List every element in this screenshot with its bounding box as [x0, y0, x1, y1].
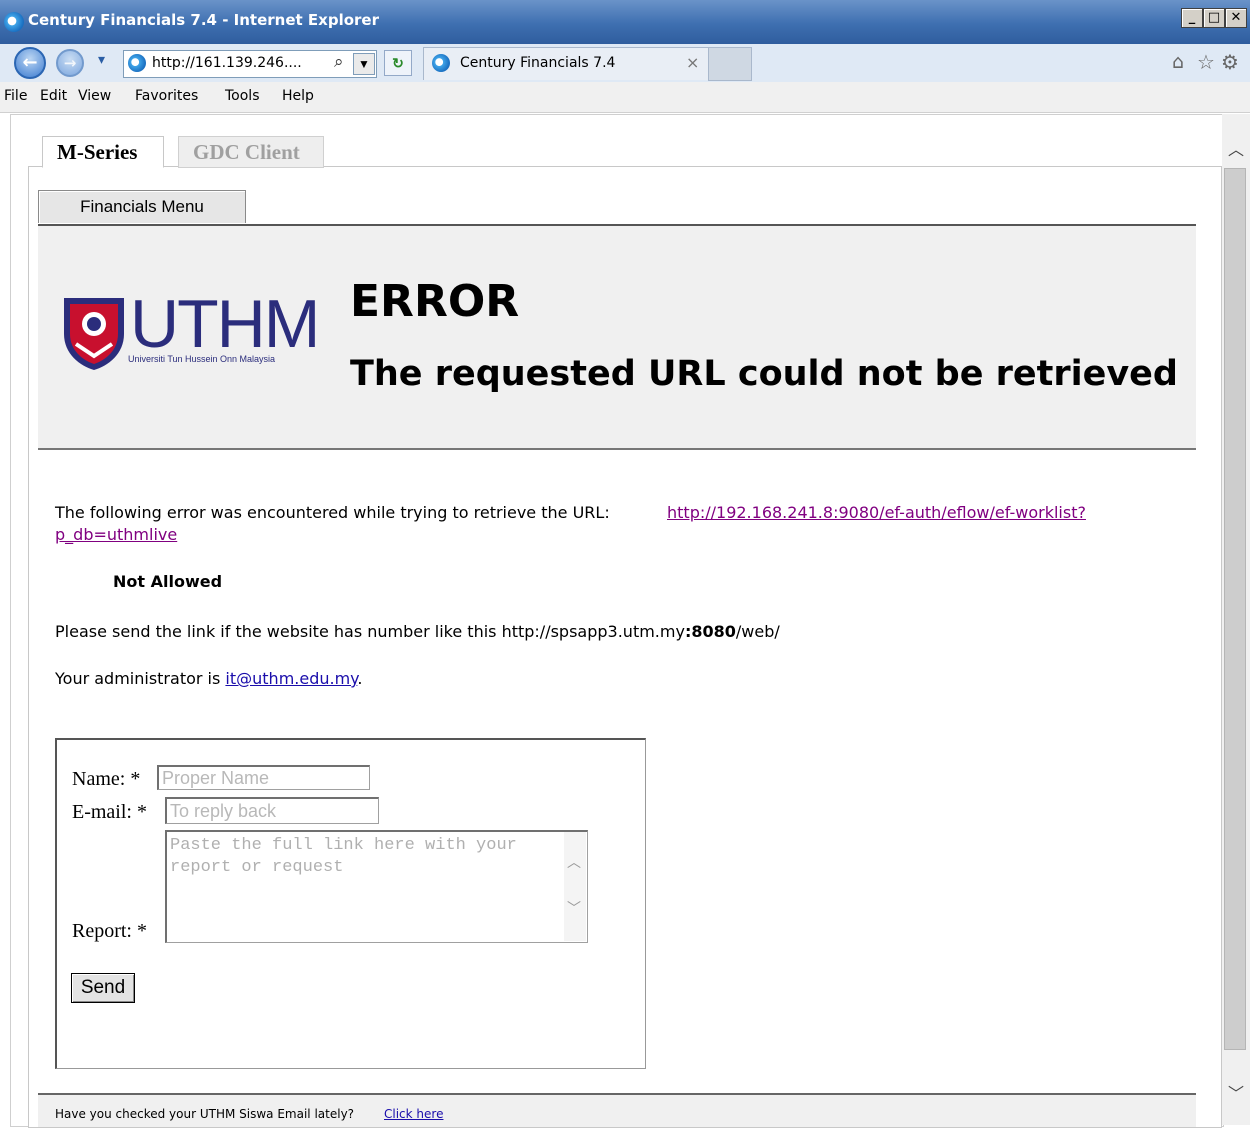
footer-text: Have you checked your UTHM Siswa Email l… — [55, 1107, 355, 1121]
report-scroll-down-icon[interactable]: ﹀ — [567, 898, 581, 918]
menu-help[interactable]: Help — [282, 88, 314, 104]
favorites-star-icon[interactable]: ☆ — [1197, 50, 1215, 74]
scroll-up-icon[interactable]: ︿ — [1228, 136, 1244, 160]
tab-title: Century Financials 7.4 — [460, 55, 616, 71]
menu-bar: File Edit View Favorites Tools Help — [0, 82, 1250, 113]
menu-view[interactable]: View — [78, 88, 111, 104]
admin-line: Your administrator is it@uthm.edu.my. — [55, 669, 362, 688]
new-tab-button[interactable] — [708, 47, 752, 81]
menu-tools[interactable]: Tools — [225, 88, 260, 104]
navigation-bar: ← → ▾ http://161.139.246.... ⌕ ▼ ↻ Centu… — [0, 44, 1250, 83]
uthm-logo-subtitle: Universiti Tun Hussein Onn Malaysia — [128, 354, 276, 364]
tab-close-icon[interactable]: × — [686, 53, 699, 72]
settings-gear-icon[interactable]: ⚙ — [1221, 50, 1239, 74]
send-button[interactable]: Send — [71, 973, 135, 1003]
error-note-port: :8080 — [684, 622, 736, 641]
error-url-link[interactable]: http://192.168.241.8:9080/ef-auth/eflow/… — [667, 503, 1086, 522]
scroll-down-icon[interactable]: ﹀ — [1228, 1080, 1244, 1104]
address-bar[interactable]: http://161.139.246.... ⌕ ▼ — [123, 50, 377, 78]
address-text[interactable]: http://161.139.246.... — [152, 55, 302, 71]
name-label: Name: * — [72, 768, 141, 790]
scrollbar-thumb[interactable] — [1224, 168, 1246, 1050]
error-note: Please send the link if the website has … — [55, 622, 780, 641]
error-heading: ERROR — [350, 276, 520, 327]
search-icon[interactable]: ⌕ — [334, 52, 344, 72]
email-label: E-mail: * — [72, 801, 147, 823]
admin-email-link[interactable]: it@uthm.edu.my — [225, 669, 357, 688]
admin-suffix: . — [357, 669, 363, 688]
error-subheading: The requested URL could not be retrieved — [350, 354, 1178, 394]
error-note-suffix: /web/ — [735, 622, 780, 641]
uthm-logo-text: UTHM — [130, 286, 320, 362]
error-intro-text: The following error was encountered whil… — [55, 503, 610, 522]
error-note-prefix: Please send the link if the website has … — [55, 622, 685, 641]
vertical-scrollbar[interactable]: ︿ ﹀ — [1222, 114, 1250, 1125]
tab-m-series[interactable]: M-Series — [42, 136, 164, 168]
refresh-icon[interactable]: ↻ — [384, 50, 412, 76]
financials-menu-button[interactable]: Financials Menu — [38, 190, 246, 223]
tab-gdc-client[interactable]: GDC Client — [178, 136, 324, 168]
site-ie-icon — [128, 54, 146, 72]
page-footer: Have you checked your UTHM Siswa Email l… — [38, 1093, 1196, 1127]
report-textarea[interactable] — [165, 830, 588, 943]
back-button[interactable]: ← — [14, 47, 46, 79]
menu-favorites[interactable]: Favorites — [135, 88, 198, 104]
forward-button[interactable]: → — [56, 49, 84, 77]
window-titlebar: Century Financials 7.4 - Internet Explor… — [0, 0, 1250, 44]
minimize-button[interactable]: _ — [1181, 8, 1203, 28]
email-input[interactable] — [165, 797, 379, 824]
tab-ie-icon — [432, 54, 450, 72]
name-input[interactable] — [157, 765, 370, 790]
report-scroll-up-icon[interactable]: ︿ — [567, 852, 581, 872]
home-icon[interactable]: ⌂ — [1172, 51, 1184, 73]
error-header-panel: UTHM Universiti Tun Hussein Onn Malaysia… — [38, 224, 1196, 450]
close-button[interactable]: ✕ — [1225, 8, 1247, 28]
browser-tab[interactable]: Century Financials 7.4 × — [423, 47, 709, 80]
menu-file[interactable]: File — [4, 88, 27, 104]
report-label: Report: * — [72, 920, 147, 942]
admin-prefix: Your administrator is — [55, 669, 221, 688]
ie-logo-icon — [4, 12, 24, 32]
report-scrollbar[interactable]: ︿ ﹀ — [564, 832, 586, 941]
history-dropdown-icon[interactable]: ▾ — [98, 52, 105, 68]
error-url-link-continued[interactable]: p_db=uthmlive — [55, 525, 177, 544]
error-status: Not Allowed — [113, 572, 223, 591]
address-dropdown-button[interactable]: ▼ — [353, 53, 375, 75]
uthm-crest-logo — [60, 294, 128, 372]
footer-click-here-link[interactable]: Click here — [384, 1107, 443, 1121]
maximize-button[interactable]: □ — [1203, 8, 1225, 28]
window-title: Century Financials 7.4 - Internet Explor… — [28, 11, 379, 29]
menu-edit[interactable]: Edit — [40, 88, 67, 104]
